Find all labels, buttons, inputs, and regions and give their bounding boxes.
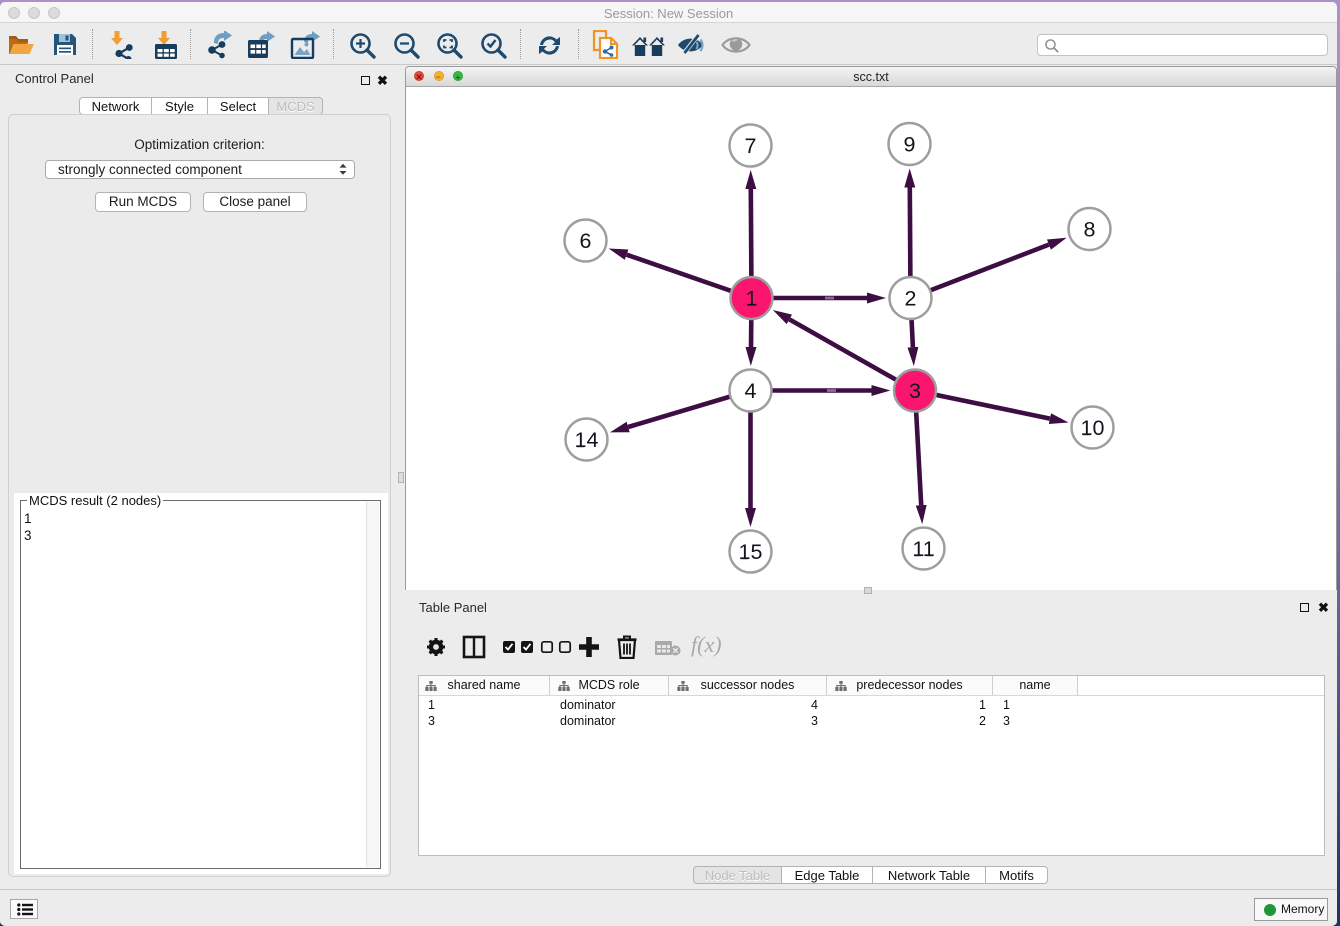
svg-text:2: 2 [905,287,917,311]
svg-text:9: 9 [904,133,916,157]
svg-text:7: 7 [745,134,757,158]
svg-text:8: 8 [1084,218,1096,242]
svg-text:10: 10 [1081,416,1105,440]
svg-text:11: 11 [912,537,934,561]
svg-text:15: 15 [739,540,763,564]
svg-text:14: 14 [575,428,599,452]
svg-text:3: 3 [909,379,921,403]
svg-text:4: 4 [745,379,757,403]
svg-text:1: 1 [746,287,758,311]
svg-text:6: 6 [580,229,592,253]
